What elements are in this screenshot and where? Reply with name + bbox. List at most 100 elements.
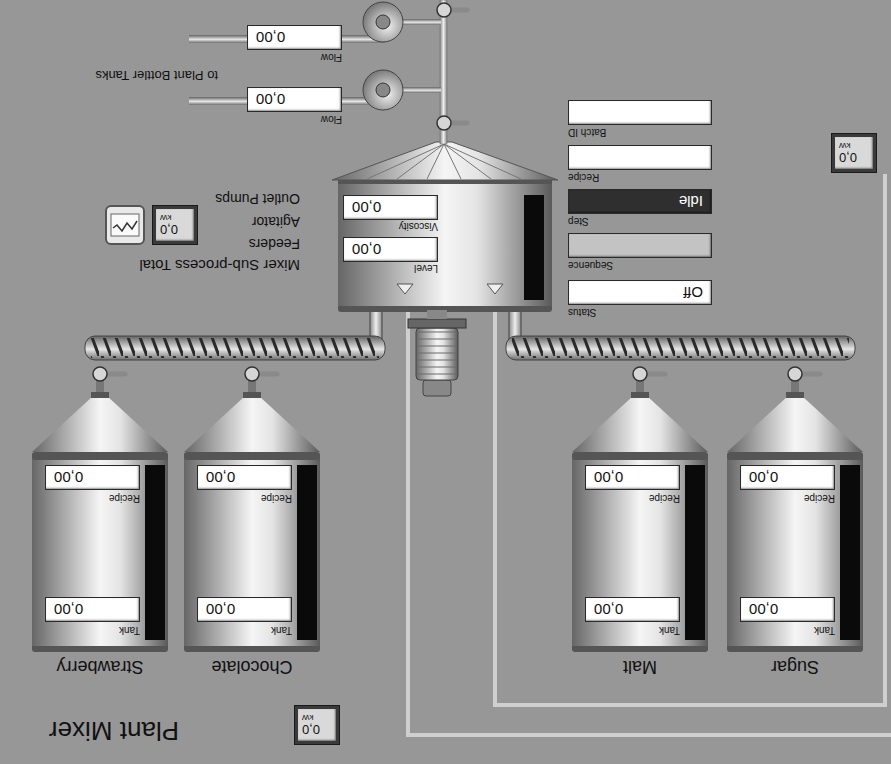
power-unit: kW xyxy=(160,214,172,223)
recipe-label: Recipe xyxy=(60,492,140,504)
flow-label: Flow xyxy=(262,51,342,63)
plant-power-meter: 0,0kW xyxy=(294,705,340,745)
silo-name: Sugar xyxy=(725,656,865,678)
motor-fin xyxy=(418,367,456,368)
batch-field xyxy=(568,233,712,258)
sensor-funnel xyxy=(487,284,503,294)
pump-icon xyxy=(363,2,403,42)
side-power-meter: 0,0kW xyxy=(831,133,877,173)
silo-cone xyxy=(32,396,168,452)
valve-icon xyxy=(437,3,451,17)
silo-outlet xyxy=(91,392,109,398)
valve-icon xyxy=(788,367,802,381)
tank-field: 0,00 xyxy=(740,597,835,622)
silo-rim xyxy=(184,452,320,460)
field-value: Idle xyxy=(679,194,703,209)
silo-outlet xyxy=(243,392,261,398)
batch-label: Recipe xyxy=(568,171,712,183)
silo-name: Malt xyxy=(570,656,710,678)
conveyor-screw xyxy=(91,338,379,358)
power-display: 0,0kW xyxy=(298,709,336,741)
power-value: 0,0 xyxy=(302,723,320,737)
valve-handle xyxy=(647,372,665,377)
silo-body xyxy=(727,458,863,646)
field-value: 0,00 xyxy=(54,602,83,617)
motor-fin xyxy=(418,360,456,361)
level-fill xyxy=(685,465,705,466)
screw-conveyor xyxy=(85,308,385,360)
silo-body xyxy=(32,458,168,646)
level-track xyxy=(524,195,544,300)
trend-frame xyxy=(111,214,139,236)
motor-fin xyxy=(418,353,456,354)
batch-field: Off xyxy=(568,280,712,305)
tank-label: Tank xyxy=(60,624,140,636)
level-fill xyxy=(524,195,544,196)
power-display: 0,0kW xyxy=(835,137,873,169)
flow-field: 0,00 xyxy=(247,25,342,50)
subprocess-item: Outlet Pumps xyxy=(215,190,300,208)
recipe-field: 0,00 xyxy=(197,465,292,490)
trend-button[interactable] xyxy=(105,205,145,245)
power-value: 0,0 xyxy=(839,151,857,165)
roof-rib xyxy=(427,144,444,179)
power-unit: kW xyxy=(839,142,851,151)
power-unit: kW xyxy=(302,714,314,723)
field-value: 0,00 xyxy=(54,470,83,485)
silo xyxy=(32,367,168,652)
roof-rib xyxy=(444,144,521,179)
trend-line xyxy=(113,221,137,231)
flow-label: Flow xyxy=(262,113,342,125)
flow-field: 0,00 xyxy=(247,87,342,112)
roof-rib xyxy=(367,144,444,179)
motor-cap xyxy=(423,380,451,396)
field-value: Off xyxy=(683,285,703,300)
subprocess-power-meter: 0,0kW xyxy=(152,205,198,245)
level-track xyxy=(145,465,165,640)
level-fill xyxy=(840,465,860,466)
viscosity-field: 0,00 xyxy=(343,195,438,220)
valve-stem xyxy=(636,380,644,392)
batch-label: Batch ID xyxy=(568,126,712,138)
silo-body xyxy=(572,458,708,646)
roof-rib xyxy=(397,144,444,179)
screw-conveyor xyxy=(506,308,855,360)
field-value: 0,00 xyxy=(352,200,381,215)
tank-field: 0,00 xyxy=(585,597,680,622)
level-label: Level xyxy=(348,262,438,274)
motor-flange xyxy=(408,319,466,328)
valve-handle xyxy=(107,372,125,377)
silo-rim xyxy=(572,452,708,460)
silo-name: Strawberry xyxy=(30,656,170,678)
tank-label: Tank xyxy=(600,624,680,636)
pump-hub xyxy=(376,15,390,29)
process-diagram xyxy=(0,0,891,764)
motor-fin xyxy=(418,346,456,347)
conveyor-tube xyxy=(85,336,385,360)
roof-rib xyxy=(444,144,461,179)
plant-mixer-panel: Sugar Tank 0,00 Recipe 0,00 Malt Tank 0,00 Recip… xyxy=(0,0,891,764)
batch-field: Idle xyxy=(568,189,712,214)
valve-stem xyxy=(791,380,799,392)
recipe-label: Recipe xyxy=(600,492,680,504)
motor-body xyxy=(416,328,458,380)
pump-hub xyxy=(376,83,390,97)
batch-label: Status xyxy=(568,306,712,318)
field-value: 0,00 xyxy=(352,242,381,257)
subprocess-item: Feeders xyxy=(249,235,300,253)
silo-name: Chocolate xyxy=(182,656,322,678)
level-field: 0,00 xyxy=(343,237,438,262)
subprocess-item: Agitator xyxy=(252,213,300,231)
batch-field xyxy=(568,145,712,170)
tank-field: 0,00 xyxy=(45,597,140,622)
silo-body xyxy=(184,458,320,646)
viscosity-label: Viscosity xyxy=(348,220,438,232)
mixer-roof xyxy=(332,142,558,180)
tank-field: 0,00 xyxy=(197,597,292,622)
batch-field xyxy=(568,100,712,125)
field-value: 0,00 xyxy=(594,602,623,617)
signal-line xyxy=(495,174,885,705)
power-value: 0,0 xyxy=(160,223,178,237)
level-track xyxy=(685,465,705,640)
field-value: 0,00 xyxy=(749,470,778,485)
